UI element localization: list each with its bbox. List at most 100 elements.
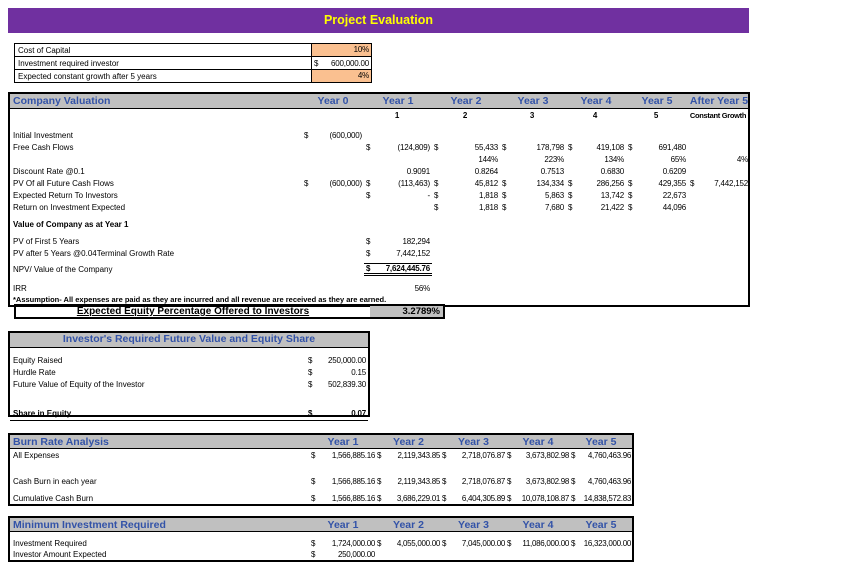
table-row: Share in Equity $0.07	[10, 406, 368, 421]
cell-value: (113,463)	[398, 178, 430, 188]
cell-value: 6,404,305.89	[461, 493, 505, 503]
column-header: Year 4	[522, 435, 554, 448]
burn-rate-body: All Expenses $1,566,885.16 $2,119,343.85 $2…	[10, 449, 632, 504]
currency-symbol: $	[502, 202, 507, 212]
value-cell: 223%	[544, 154, 564, 164]
currency-symbol: $	[366, 236, 371, 246]
value-cell: 3	[529, 111, 535, 120]
value-cell: 56%	[414, 283, 431, 293]
cell-value: (124,809)	[397, 142, 431, 152]
value-cell: $2,119,343.85	[376, 477, 441, 486]
value-cell: $286,256	[566, 179, 626, 188]
section-title: Burn Rate Analysis	[13, 435, 109, 448]
currency-symbol: $	[366, 178, 371, 188]
company-valuation-body: 1 2 3 4 5 Constant Growth Initial Investment $(…	[10, 109, 748, 305]
value-cell: $2,718,076.87	[441, 477, 506, 486]
value-cell: 65%	[670, 154, 687, 164]
cell-value: 1,724,000.00	[331, 539, 375, 548]
table-row: Return on Investment Expected $1,818 $7,68…	[10, 201, 748, 213]
cell-value: 14,838,572.83	[583, 493, 632, 503]
value-cell: $1,566,885.16	[310, 494, 376, 503]
value-cell: $7,045,000.00	[441, 539, 506, 548]
value-cell: $1,566,885.16	[310, 477, 376, 486]
investor-table-body: Equity Raised $250,000.00 Hurdle Rate $0.15…	[10, 348, 368, 421]
cell-value: 3,673,802.98	[525, 450, 569, 460]
row-label: IRR	[13, 283, 27, 293]
currency-symbol: $	[507, 476, 512, 486]
value-cell: $21,422	[566, 203, 626, 212]
cell-value: 45,812	[474, 178, 498, 188]
currency-symbol: $	[628, 190, 633, 200]
currency-symbol: $	[502, 142, 507, 152]
value-cell[interactable]: 4%	[311, 70, 371, 82]
company-valuation-header: Company Valuation Year 0 Year 1 Year 2 Year …	[10, 94, 748, 109]
currency-symbol: $	[442, 539, 447, 548]
value-cell[interactable]: $600,000.00	[311, 57, 371, 69]
value-cell: $4,055,000.00	[376, 539, 441, 548]
table-row: Hurdle Rate $0.15	[10, 366, 368, 378]
cell-value: 250,000.00	[327, 355, 366, 365]
value-cell: $ (113,463)	[364, 179, 432, 188]
value-cell[interactable]: 10%	[311, 44, 371, 56]
cell-value: 1,818	[478, 190, 498, 200]
cell-value: (600,000)	[329, 130, 363, 140]
value-cell: $2,718,076.87	[441, 451, 506, 460]
currency-symbol: $	[571, 450, 576, 460]
currency-symbol: $	[311, 493, 316, 503]
table-row: Initial Investment $ (600,000)	[10, 129, 748, 141]
currency-symbol: $	[628, 142, 633, 152]
value-cell: $55,433	[432, 143, 500, 152]
row-label: Equity Raised	[13, 355, 63, 365]
row-label: Investor Amount Expected	[13, 550, 107, 559]
section-title: Company Valuation	[13, 95, 111, 107]
currency-symbol: $	[311, 539, 316, 548]
column-header: Year 1	[327, 518, 359, 531]
column-header: Year 5	[585, 518, 617, 531]
currency-symbol: $	[311, 476, 316, 486]
cell-value: 1,566,885.16	[331, 450, 375, 460]
currency-symbol: $	[304, 178, 309, 188]
row-label: Cumulative Cash Burn	[13, 493, 94, 503]
value-cell: Constant Growth	[689, 111, 747, 120]
equity-offer-bar: Expected Equity Percentage Offered to In…	[14, 304, 445, 319]
column-header: Year 2	[393, 435, 424, 448]
table-row: Expected Return To Investors $ - $1,818 $5,8…	[10, 189, 748, 201]
row-label: Cash Burn in each year	[13, 476, 97, 486]
currency-symbol: $	[366, 190, 371, 200]
value-cell: $7,680	[500, 203, 566, 212]
column-header: Year 3	[458, 518, 489, 531]
currency-symbol: $	[502, 178, 507, 188]
value-cell: $3,686,229.01	[376, 494, 441, 503]
row-label: Future Value of Equity of the Investor	[13, 379, 145, 389]
cell-value: 429,355	[658, 178, 686, 188]
value-cell: $1,818	[432, 203, 500, 212]
row-label: Discount Rate @0.1	[13, 166, 85, 176]
cell-value: (600,000)	[329, 178, 363, 188]
table-row	[10, 390, 368, 406]
value-cell: 4%	[736, 154, 748, 164]
table-row: PV Of all Future Cash Flows $ (600,000) $ (1…	[10, 177, 748, 189]
cell-value: 502,839.30	[327, 379, 366, 389]
value-cell: 134%	[604, 154, 624, 164]
currency-symbol: $	[507, 539, 512, 548]
cell-value: 2,718,076.87	[461, 476, 505, 486]
column-header: Year 3	[458, 435, 489, 448]
minimum-investment-header: Minimum Investment Required Year 1 Year 2 Y…	[10, 518, 632, 532]
cell-value: 1,566,885.16	[331, 476, 375, 486]
cell-value: 44,096	[662, 202, 686, 212]
cell-value: -	[427, 190, 431, 200]
currency-symbol: $	[507, 450, 512, 460]
row-label: Expected constant growth after 5 years	[18, 71, 157, 81]
table-row: Equity Raised $250,000.00	[10, 354, 368, 366]
value-cell: 0.9091	[406, 166, 430, 176]
cell-value: 22,673	[662, 190, 686, 200]
spreadsheet-page: Project Evaluation Cost of Capital 10% Inv…	[0, 0, 849, 571]
cell-value: 4,760,463.96	[587, 476, 631, 486]
row-label: Expected Return To Investors	[13, 190, 118, 200]
row-label: Investment required investor	[18, 58, 119, 68]
column-header: Year 4	[580, 95, 612, 107]
value-cell: $22,673	[626, 191, 688, 200]
value-cell: $ -	[364, 191, 432, 200]
cell-value: 600,000.00	[330, 58, 369, 68]
currency-symbol: $	[568, 142, 573, 152]
